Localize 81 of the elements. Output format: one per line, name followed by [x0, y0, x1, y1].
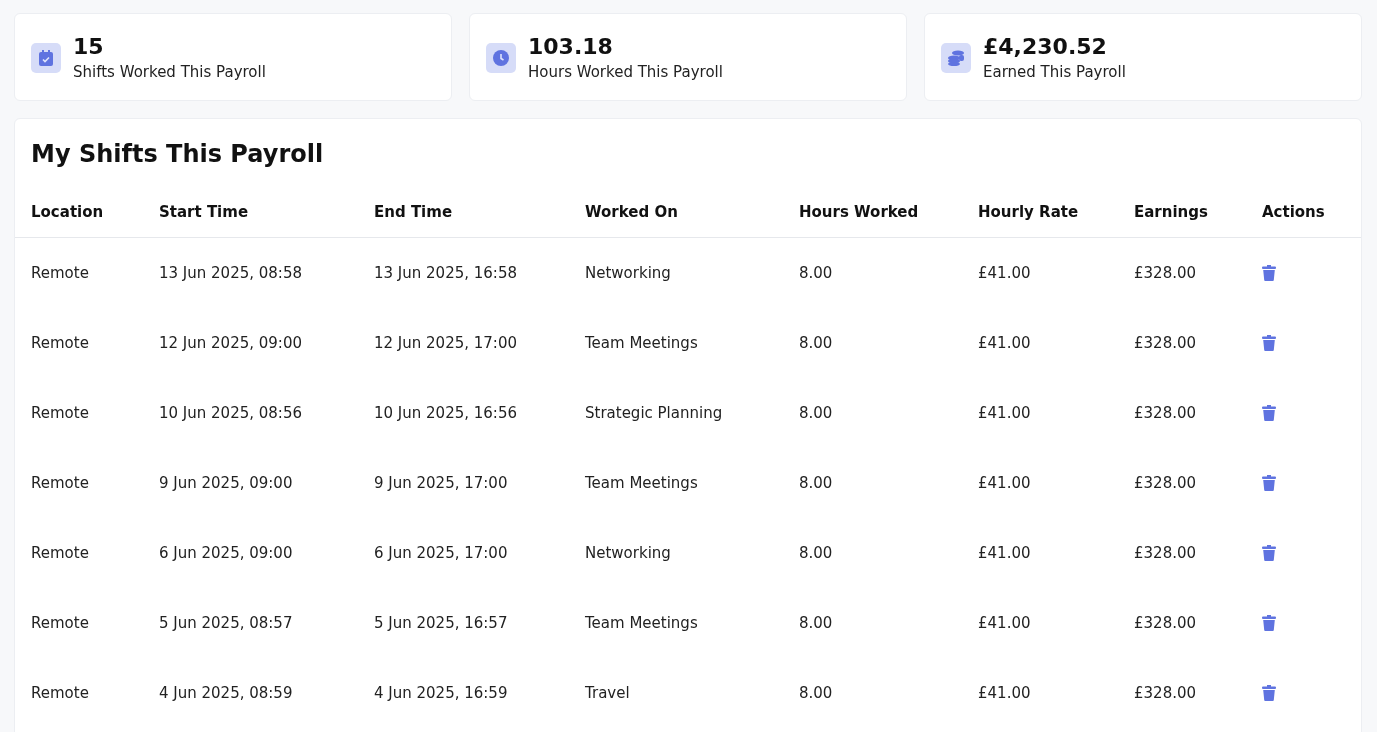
table-cell-text: Remote	[31, 684, 90, 702]
table-cell-text: £41.00	[978, 544, 1032, 562]
table-cell-text: £41.00	[978, 684, 1032, 702]
table-cell-text: £41.00	[978, 264, 1032, 282]
coins-icon	[947, 50, 965, 66]
table-cell-text: £328.00	[1134, 614, 1198, 632]
table-cell-text: Networking	[585, 544, 672, 562]
delete-button[interactable]	[1262, 475, 1276, 491]
table-cell-text: £328.00	[1134, 264, 1198, 282]
table-cell-text: Remote	[31, 614, 90, 632]
trash-icon	[1262, 475, 1276, 491]
stat-label: Earned This Payroll	[983, 61, 1126, 82]
table-cell-text: 4 Jun 2025, 16:59	[374, 684, 509, 702]
column-header: Hours Worked	[799, 203, 920, 221]
trash-icon	[1262, 265, 1276, 281]
table-cell-text: 10 Jun 2025, 16:56	[374, 404, 518, 422]
trash-icon	[1262, 615, 1276, 631]
stat-label: Hours Worked This Payroll	[528, 61, 723, 82]
table-cell-text: 13 Jun 2025, 16:58	[374, 264, 518, 282]
table-cell-text: £41.00	[978, 614, 1032, 632]
table-cell-text: Remote	[31, 474, 90, 492]
table-cell-text: 9 Jun 2025, 09:00	[159, 474, 294, 492]
trash-icon	[1262, 405, 1276, 421]
table-cell-text: 6 Jun 2025, 09:00	[159, 544, 294, 562]
table-cell-text: Remote	[31, 404, 90, 422]
stat-value: 103.18	[528, 32, 614, 61]
table-cell-text: Remote	[31, 544, 90, 562]
stat-value: £4,230.52	[983, 32, 1108, 61]
table-cell-text: £328.00	[1134, 684, 1198, 702]
table-cell-text: £328.00	[1134, 404, 1198, 422]
table-cell-text: £41.00	[978, 404, 1032, 422]
column-header: Earnings	[1134, 203, 1209, 221]
table-cell-text: 12 Jun 2025, 09:00	[159, 334, 303, 352]
column-header: Location	[31, 203, 105, 221]
delete-button[interactable]	[1262, 265, 1276, 281]
table-cell-text: 8.00	[799, 684, 834, 702]
trash-icon	[1262, 335, 1276, 351]
column-header: Actions	[1262, 203, 1326, 221]
trash-icon	[1262, 685, 1276, 701]
table-cell-text: 8.00	[799, 474, 834, 492]
table-cell-text: 8.00	[799, 264, 834, 282]
delete-button[interactable]	[1262, 545, 1276, 561]
table-cell-text: 12 Jun 2025, 17:00	[374, 334, 518, 352]
table-cell-text: £41.00	[978, 474, 1032, 492]
table-cell-text: £328.00	[1134, 474, 1198, 492]
column-header: End Time	[374, 203, 454, 221]
clock-icon	[493, 50, 509, 66]
table-cell-text: 5 Jun 2025, 08:57	[159, 614, 294, 632]
table-cell-text: Team Meetings	[585, 334, 699, 352]
table-cell-text: 10 Jun 2025, 08:56	[159, 404, 303, 422]
table-cell-text: 8.00	[799, 614, 834, 632]
table-cell-text: £41.00	[978, 334, 1032, 352]
delete-button[interactable]	[1262, 405, 1276, 421]
table-cell-text: 6 Jun 2025, 17:00	[374, 544, 509, 562]
delete-button[interactable]	[1262, 615, 1276, 631]
column-header: Hourly Rate	[978, 203, 1080, 221]
calendar-icon	[39, 50, 53, 66]
table-cell-text: Team Meetings	[585, 474, 699, 492]
stat-value: 15	[73, 32, 105, 61]
table-cell-text: £328.00	[1134, 334, 1198, 352]
table-cell-text: Strategic Planning	[585, 404, 724, 422]
column-header: Worked On	[585, 203, 679, 221]
table-cell-text: 8.00	[799, 404, 834, 422]
trash-icon	[1262, 545, 1276, 561]
column-header: Start Time	[159, 203, 250, 221]
table-cell-text: Team Meetings	[585, 614, 699, 632]
table-cell-text: 8.00	[799, 334, 834, 352]
table-cell-text: Networking	[585, 264, 672, 282]
table-title: My Shifts This Payroll	[30, 139, 325, 169]
table-cell-text: Travel	[585, 684, 631, 702]
delete-button[interactable]	[1262, 685, 1276, 701]
stat-label: Shifts Worked This Payroll	[73, 61, 266, 82]
delete-button[interactable]	[1262, 335, 1276, 351]
table-cell-text: 5 Jun 2025, 16:57	[374, 614, 509, 632]
table-cell-text: 8.00	[799, 544, 834, 562]
table-cell-text: 9 Jun 2025, 17:00	[374, 474, 509, 492]
table-cell-text: £328.00	[1134, 544, 1198, 562]
table-cell-text: Remote	[31, 334, 90, 352]
table-cell-text: 4 Jun 2025, 08:59	[159, 684, 294, 702]
table-cell-text: Remote	[31, 264, 90, 282]
table-cell-text: 13 Jun 2025, 08:58	[159, 264, 303, 282]
